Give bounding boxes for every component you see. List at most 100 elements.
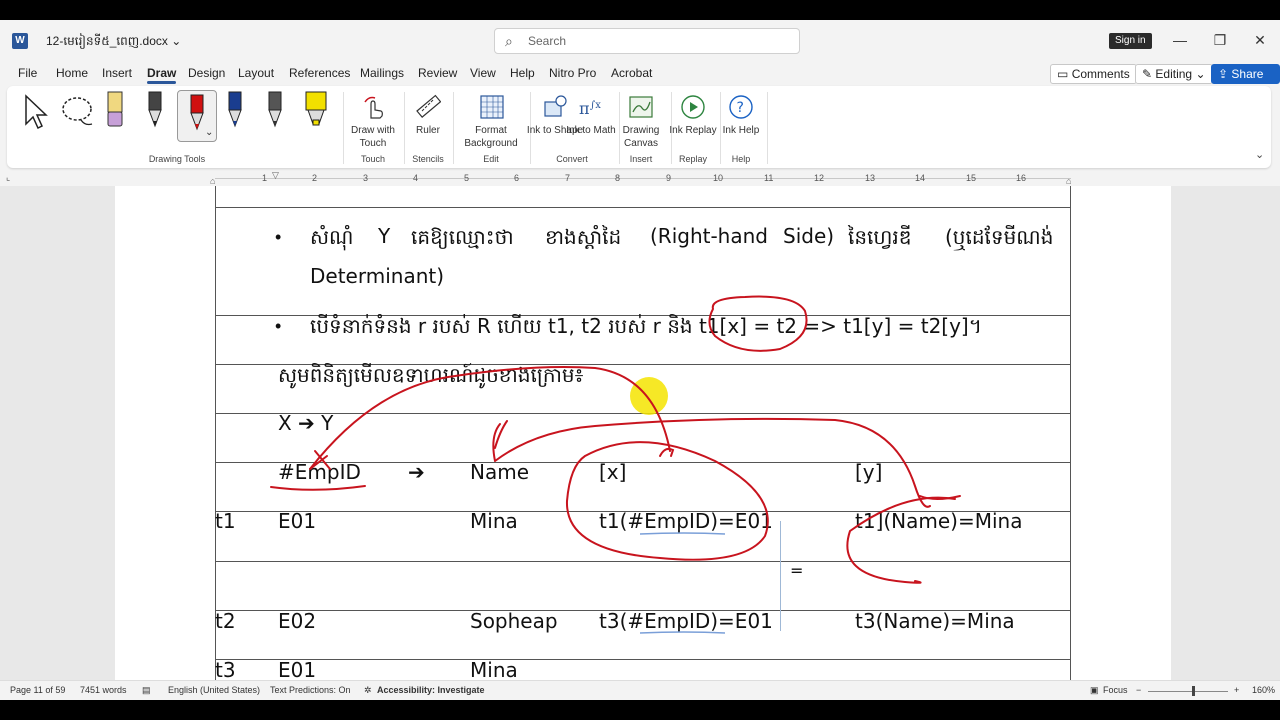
pen-blue-icon[interactable]: [225, 90, 245, 134]
table-row-divider: [215, 413, 1071, 414]
draw-ribbon: ⌄ Drawing Tools Draw with Touch Touch Ru…: [7, 86, 1271, 168]
word-count[interactable]: 7451 words: [80, 685, 127, 695]
editing-label: Editing: [1155, 67, 1193, 81]
menu-nitro-pro[interactable]: Nitro Pro: [549, 66, 596, 80]
bullet1-word: (Right-hand: [650, 224, 768, 248]
left-indent-marker[interactable]: ⌂: [210, 176, 215, 186]
document-title[interactable]: 12-មេរៀនទី៥_ពេញ.docx ⌄: [46, 33, 181, 51]
group-label-stencils: Stencils: [412, 154, 444, 164]
pencil-icon: ✎: [1142, 67, 1153, 81]
header-empid: #EmpID: [278, 460, 361, 484]
row-id: E01: [278, 658, 317, 680]
menu-design[interactable]: Design: [188, 66, 225, 80]
column-guide: [780, 521, 781, 631]
bullet1-word: នៃហ្វេរឌី: [848, 225, 912, 249]
search-placeholder: Search: [528, 34, 567, 48]
menu-layout[interactable]: Layout: [238, 66, 274, 80]
first-line-indent-marker[interactable]: ▽: [272, 170, 279, 181]
ruler-number: 6: [514, 173, 520, 183]
row-label: t3: [215, 658, 236, 680]
ribbon-divider: [767, 92, 768, 164]
menu-view[interactable]: View: [470, 66, 496, 80]
highlighter-icon[interactable]: [303, 90, 329, 134]
row-y-expr: t3(Name)=Mina: [855, 609, 1015, 633]
row-label: t1: [215, 509, 236, 533]
chevron-down-icon: ⌄: [1195, 67, 1206, 81]
zoom-in-button[interactable]: +: [1234, 685, 1239, 695]
menu-acrobat[interactable]: Acrobat: [611, 66, 652, 80]
text-predictions-status[interactable]: Text Predictions: On: [270, 685, 351, 695]
pencil-gray-icon[interactable]: [265, 90, 285, 134]
group-label-edit: Edit: [483, 154, 499, 164]
page-count[interactable]: Page 11 of 59: [10, 685, 65, 695]
language-status[interactable]: English (United States): [168, 685, 260, 695]
sign-in-button[interactable]: Sign in: [1109, 33, 1152, 49]
tab-stop-selector-icon[interactable]: ⌞: [6, 172, 10, 183]
focus-mode-button[interactable]: Focus: [1103, 685, 1128, 695]
collapse-ribbon-icon[interactable]: ⌄: [1255, 148, 1264, 161]
zoom-slider[interactable]: [1148, 691, 1228, 692]
group-label-touch: Touch: [360, 154, 386, 164]
accessibility-status[interactable]: Accessibility: Investigate: [377, 685, 485, 695]
search-input[interactable]: ⌕ Search: [494, 28, 800, 54]
menu-home[interactable]: Home: [56, 66, 88, 80]
ink-to-math-icon[interactable]: π ∫x: [578, 94, 604, 120]
editing-mode-button[interactable]: ✎ Editing ⌄: [1135, 64, 1213, 84]
eraser-icon[interactable]: [105, 90, 125, 130]
minimize-button[interactable]: —: [1165, 28, 1195, 52]
bullet1-word: Y: [378, 224, 391, 248]
lasso-select-icon[interactable]: [59, 94, 97, 130]
menu-file[interactable]: File: [18, 66, 37, 80]
zoom-level[interactable]: 160%: [1252, 685, 1275, 695]
restore-button[interactable]: ❐: [1205, 28, 1235, 52]
ink-to-shape-icon[interactable]: [542, 94, 568, 120]
row-id: E01: [278, 509, 317, 533]
group-label-insert: Insert: [629, 154, 653, 164]
pen-black-icon[interactable]: [145, 90, 165, 134]
menu-references[interactable]: References: [289, 66, 350, 80]
menu-help[interactable]: Help: [510, 66, 535, 80]
menu-mailings[interactable]: Mailings: [360, 66, 404, 80]
chevron-down-icon: ⌄: [205, 127, 214, 138]
ink-help-icon[interactable]: ?: [728, 94, 754, 120]
ruler-number: 9: [666, 173, 672, 183]
pen-red-selected[interactable]: ⌄: [177, 90, 217, 142]
group-label-convert: Convert: [556, 154, 588, 164]
zoom-slider-thumb[interactable]: [1192, 686, 1195, 696]
ruler-number: 5: [464, 173, 470, 183]
ink-replay-icon[interactable]: [680, 94, 706, 120]
share-icon: ⇪: [1218, 67, 1229, 81]
zoom-out-button[interactable]: −: [1136, 685, 1141, 695]
header-x: [x]: [599, 460, 627, 484]
ruler-icon[interactable]: [415, 94, 441, 120]
ruler-number: 15: [966, 173, 977, 183]
row-name: Mina: [470, 509, 518, 533]
menu-review[interactable]: Review: [418, 66, 457, 80]
horizontal-ruler[interactable]: ⌞ 1 2 3 4 5 6 7 8 9 10 11 12 13 14 15 16…: [0, 170, 1280, 186]
proofing-icon[interactable]: ▤: [142, 685, 151, 696]
drawing-canvas-icon[interactable]: [628, 94, 654, 120]
menu-draw[interactable]: Draw: [147, 66, 177, 84]
close-button[interactable]: ✕: [1245, 28, 1275, 52]
bullet1-word: (ឬដេទែមីណង់: [945, 225, 1054, 249]
header-arrow: ➔: [408, 460, 425, 484]
group-label-replay: Replay: [678, 154, 707, 164]
ruler-number: 14: [915, 173, 926, 183]
document-table: [215, 186, 1071, 680]
svg-text:∫x: ∫x: [590, 100, 601, 111]
row-x-expr: t1(#EmpID)=E01: [599, 509, 773, 533]
format-background-label: Format Background: [464, 125, 518, 149]
functional-dependency: X ➔ Y: [278, 411, 334, 435]
svg-text:?: ?: [737, 100, 744, 116]
select-cursor-icon[interactable]: [21, 94, 51, 130]
right-indent-marker[interactable]: ⌂: [1066, 176, 1071, 186]
format-background-icon[interactable]: [479, 94, 505, 120]
comments-button[interactable]: ▭ Comments: [1050, 64, 1137, 84]
document-canvas: • សំណុំ Y គេឱ្យឈ្មោះថា ខាងស្ដាំដៃ (Right…: [0, 186, 1280, 680]
share-button[interactable]: ⇪ Share ⌄: [1211, 64, 1280, 99]
menu-insert[interactable]: Insert: [102, 66, 132, 80]
document-page[interactable]: • សំណុំ Y គេឱ្យឈ្មោះថា ខាងស្ដាំដៃ (Right…: [115, 186, 1171, 680]
table-row-divider: [215, 561, 1071, 562]
ruler-number: 13: [865, 173, 876, 183]
draw-with-touch-icon[interactable]: [361, 94, 387, 120]
